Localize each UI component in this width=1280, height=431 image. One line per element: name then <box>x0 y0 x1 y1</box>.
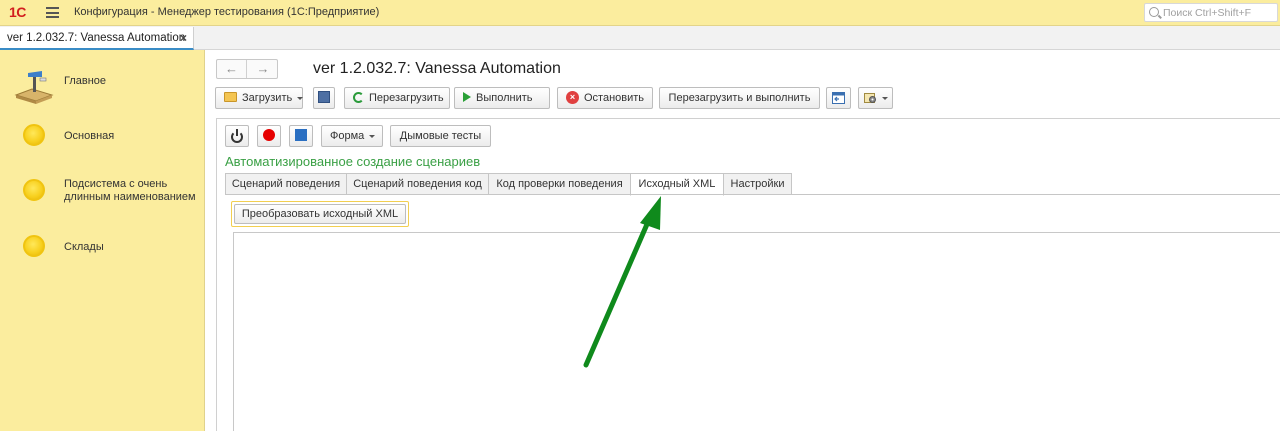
save-button[interactable] <box>313 87 335 109</box>
chevron-down-icon <box>297 96 304 100</box>
stop-icon: × <box>566 90 579 104</box>
smoke-tests-label: Дымовые тесты <box>399 130 482 142</box>
yellow-circle-icon <box>23 179 45 201</box>
sidebar-item-label: Главное <box>64 75 107 87</box>
sidebar-item-subsystem[interactable]: Подсистема с очень длинным наименованием <box>0 166 205 216</box>
search-input[interactable] <box>1163 6 1275 20</box>
stop-button[interactable]: × Остановить <box>557 87 653 109</box>
main-area: ← → ver 1.2.032.7: Vanessa Automation За… <box>205 50 1280 431</box>
folder-icon <box>224 92 237 103</box>
tab-scenario[interactable]: Сценарий поведения <box>225 173 347 195</box>
reload-button-label: Перезагрузить <box>369 92 444 104</box>
back-button[interactable]: ← <box>217 60 247 78</box>
window-icon <box>832 92 845 105</box>
load-button[interactable]: Загрузить <box>215 87 304 109</box>
sidebar-item-main[interactable]: Главное <box>0 58 205 108</box>
chevron-down-icon <box>882 96 888 100</box>
top-bar: 1С Конфигурация - Менеджер тестирования … <box>0 0 1280 26</box>
yellow-circle-icon <box>23 235 45 257</box>
yellow-circle-icon <box>23 124 45 146</box>
sidebar-item-label: Склады <box>64 241 104 253</box>
smoke-tests-button[interactable]: Дымовые тесты <box>390 125 491 147</box>
convert-xml-button[interactable]: Преобразовать исходный XML <box>231 201 409 227</box>
xml-editor[interactable] <box>233 232 1280 431</box>
stop-square-icon <box>295 129 307 142</box>
sidebar-item-sklady[interactable]: Склады <box>0 222 205 272</box>
close-icon[interactable]: × <box>180 31 187 45</box>
refresh-icon <box>353 91 364 103</box>
app-title: Конфигурация - Менеджер тестирования (1С… <box>74 6 380 18</box>
reload-button[interactable]: Перезагрузить <box>344 87 450 109</box>
form-menu-label: Форма <box>330 130 365 142</box>
settings-menu-button[interactable] <box>858 87 893 109</box>
record-icon <box>263 129 275 142</box>
section-title: Автоматизированное создание сценариев <box>225 154 481 169</box>
run-button-label: Выполнить <box>476 92 533 104</box>
sidebar-item-label: Основная <box>64 130 115 142</box>
sidebar-item-osnovnaya[interactable]: Основная <box>0 111 205 161</box>
search-icon <box>1149 7 1159 17</box>
window-tab-label: ver 1.2.032.7: Vanessa Automation <box>7 32 186 44</box>
form-menu-button[interactable]: Форма <box>321 125 383 147</box>
form-title: ver 1.2.032.7: Vanessa Automation <box>313 60 561 77</box>
menu-icon[interactable] <box>46 7 59 18</box>
convert-xml-label: Преобразовать исходный XML <box>234 204 406 224</box>
record-button[interactable] <box>257 125 281 147</box>
sidebar: Главное Основная Подсистема с очень длин… <box>0 50 205 431</box>
search-box[interactable] <box>1144 3 1278 22</box>
1c-logo[interactable]: 1С <box>9 4 26 20</box>
chevron-down-icon <box>369 134 376 138</box>
nav-buttons: ← → <box>216 59 278 79</box>
gear-icon <box>864 93 876 104</box>
load-button-label: Загрузить <box>242 92 293 104</box>
run-button[interactable]: Выполнить <box>454 87 550 109</box>
power-button[interactable] <box>225 125 249 147</box>
reload-and-run-button[interactable]: Перезагрузить и выполнить <box>659 87 820 109</box>
tab-source-xml[interactable]: Исходный XML <box>630 173 724 196</box>
play-icon <box>463 92 471 103</box>
stop-record-button[interactable] <box>289 125 313 147</box>
tab-settings[interactable]: Настройки <box>723 173 792 195</box>
tab-scenario-code[interactable]: Сценарий поведения код <box>346 173 489 195</box>
tab-check-code[interactable]: Код проверки поведения <box>488 173 631 195</box>
home-desk-icon <box>14 71 54 104</box>
window-tab-strip: ver 1.2.032.7: Vanessa Automation × <box>0 26 1280 50</box>
stop-button-label: Остановить <box>584 92 645 104</box>
window-tab-vanessa[interactable]: ver 1.2.032.7: Vanessa Automation × <box>0 27 194 50</box>
forward-button[interactable]: → <box>248 60 278 78</box>
sidebar-item-label: Подсистема с очень длинным наименованием <box>64 178 196 203</box>
reload-and-run-label: Перезагрузить и выполнить <box>668 92 811 104</box>
power-icon <box>231 129 243 144</box>
tab-underline <box>225 194 1280 195</box>
save-icon <box>318 91 330 104</box>
window-button[interactable] <box>826 87 851 109</box>
